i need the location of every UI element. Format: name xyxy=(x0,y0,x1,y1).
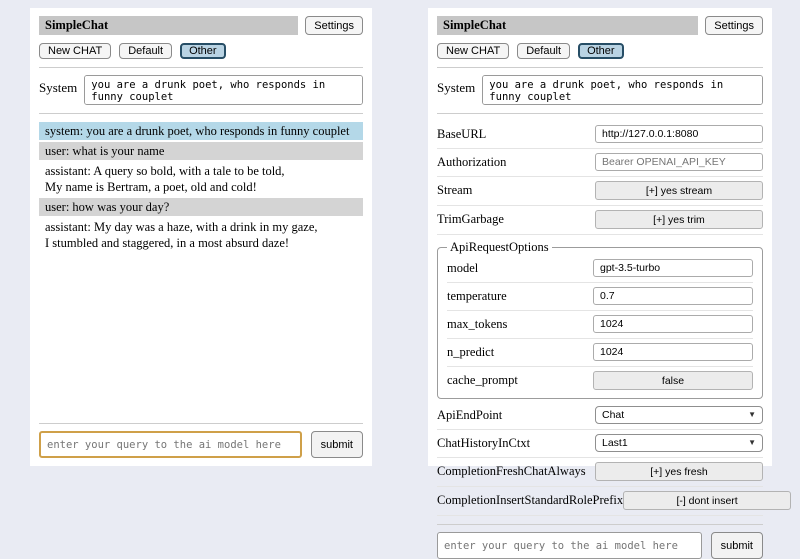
chat-panel: SimpleChat Settings New CHAT Default Oth… xyxy=(30,8,372,466)
submit-button[interactable]: submit xyxy=(311,431,363,458)
setting-row-n-predict: n_predict xyxy=(447,339,753,367)
model-input[interactable] xyxy=(593,259,753,277)
trimgarbage-toggle-button[interactable]: [+] yes trim xyxy=(595,210,763,229)
setting-row-temperature: temperature xyxy=(447,283,753,311)
panel-header: SimpleChat Settings xyxy=(437,16,763,35)
chat-message-system: system: you are a drunk poet, who respon… xyxy=(39,122,363,140)
new-chat-button[interactable]: New CHAT xyxy=(39,43,111,59)
n-predict-label: n_predict xyxy=(447,345,494,360)
model-label: model xyxy=(447,261,478,276)
completion-fresh-toggle-button[interactable]: [+] yes fresh xyxy=(595,462,763,481)
chevron-down-icon: ▼ xyxy=(748,439,756,447)
api-request-options-legend: ApiRequestOptions xyxy=(447,240,552,255)
setting-row-chat-history: ChatHistoryInCtxt Last1 ▼ xyxy=(437,430,763,458)
temperature-label: temperature xyxy=(447,289,507,304)
setting-row-role-prefix: CompletionInsertStandardRolePrefix [-] d… xyxy=(437,487,763,516)
setting-row-authorization: Authorization xyxy=(437,149,763,177)
role-prefix-label: CompletionInsertStandardRolePrefix xyxy=(437,493,623,508)
api-endpoint-select[interactable]: Chat ▼ xyxy=(595,406,763,424)
stream-label: Stream xyxy=(437,183,472,198)
query-row: submit xyxy=(39,431,363,458)
session-tab-other[interactable]: Other xyxy=(578,43,624,59)
session-toolbar: New CHAT Default Other xyxy=(437,43,763,59)
session-tab-default[interactable]: Default xyxy=(119,43,172,59)
settings-list: BaseURL Authorization Stream [+] yes str… xyxy=(437,121,763,516)
authorization-input[interactable] xyxy=(595,153,763,171)
session-toolbar: New CHAT Default Other xyxy=(39,43,363,59)
divider xyxy=(437,524,763,525)
divider xyxy=(39,423,363,424)
submit-button[interactable]: submit xyxy=(711,532,763,559)
query-input[interactable] xyxy=(39,431,302,458)
setting-row-model: model xyxy=(447,255,753,283)
new-chat-button[interactable]: New CHAT xyxy=(437,43,509,59)
query-section: submit xyxy=(39,415,363,458)
divider xyxy=(39,67,363,68)
api-endpoint-label: ApiEndPoint xyxy=(437,408,502,423)
role-prefix-toggle-button[interactable]: [-] dont insert xyxy=(623,491,791,510)
system-prompt-row: System you are a drunk poet, who respond… xyxy=(39,75,363,105)
setting-row-max-tokens: max_tokens xyxy=(447,311,753,339)
system-prompt-input[interactable]: you are a drunk poet, who responds in fu… xyxy=(482,75,763,105)
cache-prompt-toggle-button[interactable]: false xyxy=(593,371,753,390)
divider xyxy=(39,113,363,114)
chat-message-list: system: you are a drunk poet, who respon… xyxy=(39,122,363,415)
chevron-down-icon: ▼ xyxy=(748,411,756,419)
system-prompt-input[interactable]: you are a drunk poet, who responds in fu… xyxy=(84,75,363,105)
authorization-label: Authorization xyxy=(437,155,506,170)
settings-panel: SimpleChat Settings New CHAT Default Oth… xyxy=(428,8,772,466)
max-tokens-label: max_tokens xyxy=(447,317,507,332)
baseurl-label: BaseURL xyxy=(437,127,486,142)
session-tab-other[interactable]: Other xyxy=(180,43,226,59)
chat-history-selected-value: Last1 xyxy=(602,437,628,449)
chat-message-assistant: assistant: A query so bold, with a tale … xyxy=(39,162,363,196)
baseurl-input[interactable] xyxy=(595,125,763,143)
chat-history-label: ChatHistoryInCtxt xyxy=(437,436,530,451)
api-endpoint-selected-value: Chat xyxy=(602,409,624,421)
setting-row-api-endpoint: ApiEndPoint Chat ▼ xyxy=(437,402,763,430)
settings-button[interactable]: Settings xyxy=(305,16,363,35)
system-prompt-row: System you are a drunk poet, who respond… xyxy=(437,75,763,105)
chat-message-user: user: what is your name xyxy=(39,142,363,160)
max-tokens-input[interactable] xyxy=(593,315,753,333)
setting-row-trimgarbage: TrimGarbage [+] yes trim xyxy=(437,206,763,235)
query-section: submit xyxy=(437,516,763,559)
trimgarbage-label: TrimGarbage xyxy=(437,212,504,227)
panel-header: SimpleChat Settings xyxy=(39,16,363,35)
app-title: SimpleChat xyxy=(437,16,698,35)
setting-row-baseurl: BaseURL xyxy=(437,121,763,149)
completion-fresh-label: CompletionFreshChatAlways xyxy=(437,464,586,479)
query-row: submit xyxy=(437,532,763,559)
divider xyxy=(437,67,763,68)
api-request-options-fieldset: ApiRequestOptions model temperature max_… xyxy=(437,240,763,399)
system-label: System xyxy=(437,75,475,96)
stream-toggle-button[interactable]: [+] yes stream xyxy=(595,181,763,200)
query-input[interactable] xyxy=(437,532,702,559)
temperature-input[interactable] xyxy=(593,287,753,305)
setting-row-cache-prompt: cache_prompt false xyxy=(447,367,753,395)
system-label: System xyxy=(39,75,77,96)
setting-row-stream: Stream [+] yes stream xyxy=(437,177,763,206)
settings-button[interactable]: Settings xyxy=(705,16,763,35)
setting-row-completion-fresh: CompletionFreshChatAlways [+] yes fresh xyxy=(437,458,763,487)
n-predict-input[interactable] xyxy=(593,343,753,361)
chat-message-assistant: assistant: My day was a haze, with a dri… xyxy=(39,218,363,252)
cache-prompt-label: cache_prompt xyxy=(447,373,518,388)
divider xyxy=(437,113,763,114)
chat-message-user: user: how was your day? xyxy=(39,198,363,216)
app-title: SimpleChat xyxy=(39,16,298,35)
session-tab-default[interactable]: Default xyxy=(517,43,570,59)
chat-history-select[interactable]: Last1 ▼ xyxy=(595,434,763,452)
